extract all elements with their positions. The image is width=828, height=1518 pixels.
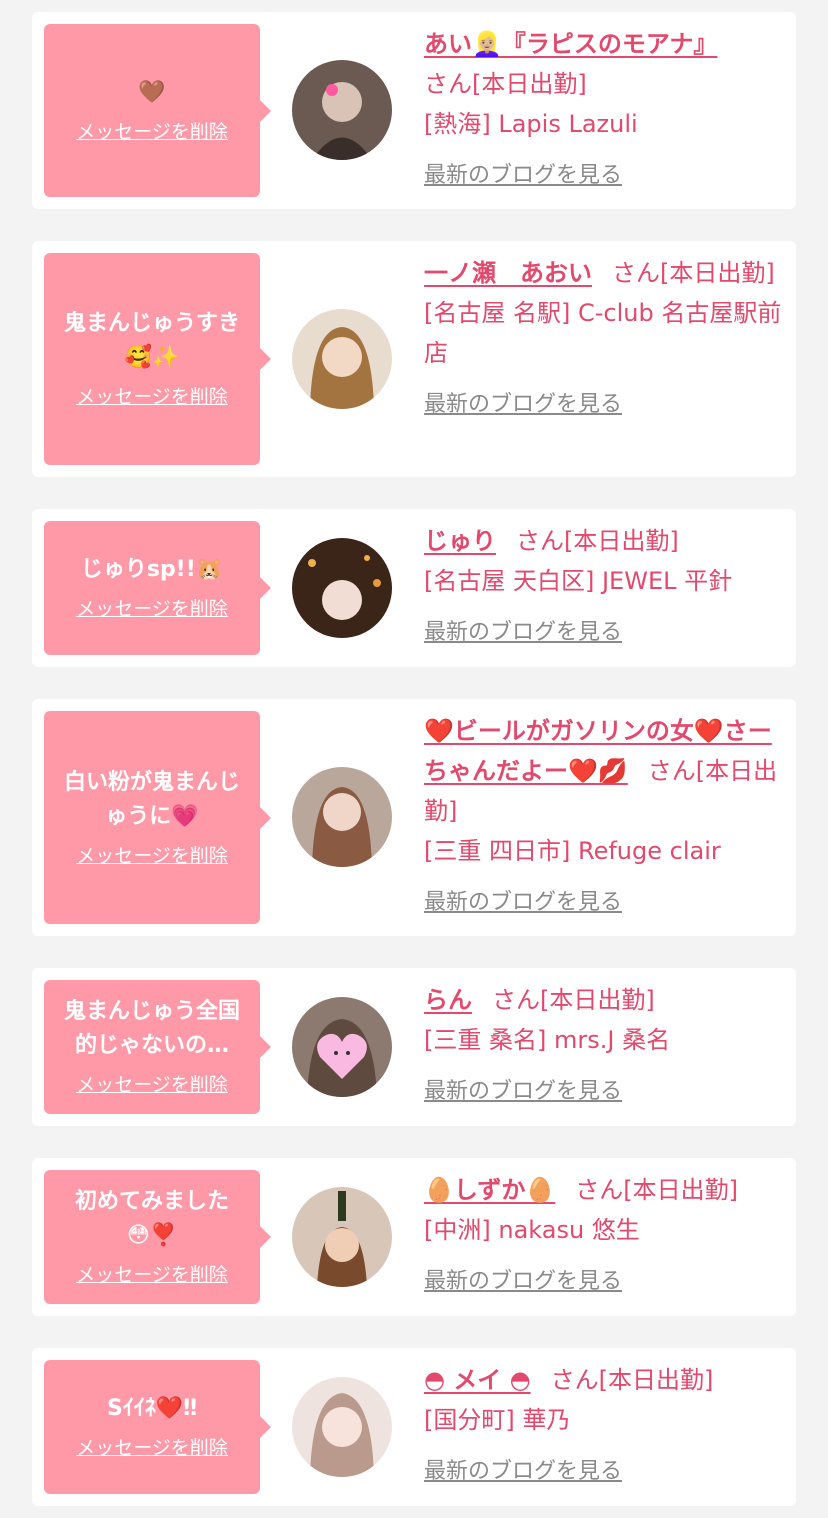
latest-blog-link[interactable]: 最新のブログを見る bbox=[424, 1452, 784, 1492]
latest-blog-link[interactable]: 最新のブログを見る bbox=[424, 1072, 784, 1112]
message-text: 白い粉が鬼まんじゅうに💗 bbox=[63, 769, 240, 829]
avatar[interactable] bbox=[292, 538, 392, 638]
message-card: 鬼まんじゅう全国的じゃないの… メッセージを削除 らん さん[本日出勤] [三重 … bbox=[32, 968, 796, 1126]
cast-name-link[interactable]: ◓ メイ ◓ bbox=[424, 1366, 531, 1394]
message-bubble: Sｲｲﾈ❤️‼ メッセージを削除 bbox=[44, 1360, 271, 1494]
cast-name-link[interactable]: じゅり bbox=[424, 527, 496, 555]
cast-info: 一ノ瀬 あおい さん[本日出勤] [名古屋 名駅] C-club 名古屋駅前店 最… bbox=[424, 253, 784, 425]
cast-info: らん さん[本日出勤] [三重 桑名] mrs.J 桑名 最新のブログを見る bbox=[424, 980, 784, 1112]
latest-blog-link[interactable]: 最新のブログを見る bbox=[424, 1262, 784, 1302]
message-bubble: じゅりsp!!🐹 メッセージを削除 bbox=[44, 521, 271, 655]
shop-name: [国分町] 華乃 bbox=[424, 1406, 571, 1434]
message-text: 🤎 bbox=[138, 79, 166, 105]
shop-name: [三重 桑名] mrs.J 桑名 bbox=[424, 1026, 671, 1054]
avatar[interactable] bbox=[292, 767, 392, 867]
avatar[interactable] bbox=[292, 1377, 392, 1477]
message-card: 鬼まんじゅうすき🥰✨ メッセージを削除 一ノ瀬 あおい さん[本日出勤] [名古屋… bbox=[32, 241, 796, 477]
cast-status: さん[本日出勤] bbox=[424, 70, 587, 98]
cast-info: ◓ メイ ◓ さん[本日出勤] [国分町] 華乃 最新のブログを見る bbox=[424, 1360, 784, 1492]
message-text: 鬼まんじゅうすき🥰✨ bbox=[63, 311, 240, 370]
shop-name: [名古屋 名駅] C-club 名古屋駅前店 bbox=[424, 299, 782, 367]
message-card: 初めてみました😳❣️ メッセージを削除 🥚しずか🥚 さん[本日出勤] [中洲] n… bbox=[32, 1158, 796, 1316]
message-bubble: 初めてみました😳❣️ メッセージを削除 bbox=[44, 1170, 271, 1304]
avatar[interactable] bbox=[292, 997, 392, 1097]
cast-status: さん[本日出勤] bbox=[550, 1366, 714, 1394]
cast-name-link[interactable]: 🥚しずか🥚 bbox=[424, 1176, 555, 1204]
shop-name: [三重 四日市] Refuge clair bbox=[424, 837, 721, 865]
cast-name-link[interactable]: あい👱🏼‍♀️『ラピスのモアナ』 bbox=[424, 30, 717, 58]
message-bubble: 🤎 メッセージを削除 bbox=[44, 24, 271, 197]
message-card: 🤎 メッセージを削除 あい👱🏼‍♀️『ラピスのモアナ』 さん[本日出勤] [熱海… bbox=[32, 12, 796, 209]
cast-status: さん[本日出勤] bbox=[612, 259, 775, 287]
cast-info: ❤️ビールがガソリンの女❤️さーちゃんだよー❤️💋 さん[本日出勤] [三重 四日… bbox=[424, 711, 784, 923]
latest-blog-link[interactable]: 最新のブログを見る bbox=[424, 613, 784, 653]
delete-message-link[interactable]: メッセージを削除 bbox=[76, 595, 228, 623]
message-text: じゅりsp!!🐹 bbox=[80, 557, 224, 582]
avatar[interactable] bbox=[292, 1187, 392, 1287]
shop-name: [名古屋 天白区] JEWEL 平針 bbox=[424, 567, 733, 595]
latest-blog-link[interactable]: 最新のブログを見る bbox=[424, 385, 784, 425]
delete-message-link[interactable]: メッセージを削除 bbox=[76, 1071, 228, 1099]
shop-name: [中洲] nakasu 悠生 bbox=[424, 1216, 640, 1244]
delete-message-link[interactable]: メッセージを削除 bbox=[76, 842, 228, 870]
cast-status: さん[本日出勤] bbox=[575, 1176, 739, 1204]
message-text: 鬼まんじゅう全国的じゃないの… bbox=[63, 999, 240, 1058]
cast-name-link[interactable]: らん bbox=[424, 986, 472, 1014]
cast-info: 🥚しずか🥚 さん[本日出勤] [中洲] nakasu 悠生 最新のブログを見る bbox=[424, 1170, 784, 1302]
latest-blog-link[interactable]: 最新のブログを見る bbox=[424, 156, 784, 196]
latest-blog-link[interactable]: 最新のブログを見る bbox=[424, 883, 784, 923]
avatar[interactable] bbox=[292, 60, 392, 160]
delete-message-link[interactable]: メッセージを削除 bbox=[76, 1261, 228, 1289]
cast-info: あい👱🏼‍♀️『ラピスのモアナ』 さん[本日出勤] [熱海] Lapis Laz… bbox=[424, 24, 784, 196]
message-card: 白い粉が鬼まんじゅうに💗 メッセージを削除 ❤️ビールがガソリンの女❤️さーちゃ… bbox=[32, 699, 796, 936]
message-list: 🤎 メッセージを削除 あい👱🏼‍♀️『ラピスのモアナ』 さん[本日出勤] [熱海… bbox=[0, 0, 828, 1518]
avatar[interactable] bbox=[292, 309, 392, 409]
delete-message-link[interactable]: メッセージを削除 bbox=[76, 118, 228, 146]
message-text: 初めてみました😳❣️ bbox=[74, 1189, 229, 1248]
message-bubble: 鬼まんじゅうすき🥰✨ メッセージを削除 bbox=[44, 253, 271, 465]
cast-status: さん[本日出勤] bbox=[516, 527, 679, 555]
delete-message-link[interactable]: メッセージを削除 bbox=[76, 1434, 228, 1462]
message-bubble: 白い粉が鬼まんじゅうに💗 メッセージを削除 bbox=[44, 711, 271, 924]
cast-name-link[interactable]: 一ノ瀬 あおい bbox=[424, 259, 592, 287]
cast-status: さん[本日出勤] bbox=[492, 986, 655, 1014]
cast-info: じゅり さん[本日出勤] [名古屋 天白区] JEWEL 平針 最新のブログを見る bbox=[424, 521, 784, 653]
delete-message-link[interactable]: メッセージを削除 bbox=[76, 383, 228, 411]
message-card: じゅりsp!!🐹 メッセージを削除 じゅり さん[本日出勤] [名古屋 天白区] … bbox=[32, 509, 796, 667]
message-card: Sｲｲﾈ❤️‼ メッセージを削除 ◓ メイ ◓ さん[本日出勤] [国分町] 華乃… bbox=[32, 1348, 796, 1506]
shop-name: [熱海] Lapis Lazuli bbox=[424, 110, 638, 138]
message-text: Sｲｲﾈ❤️‼ bbox=[106, 1396, 198, 1421]
message-bubble: 鬼まんじゅう全国的じゃないの… メッセージを削除 bbox=[44, 980, 271, 1114]
